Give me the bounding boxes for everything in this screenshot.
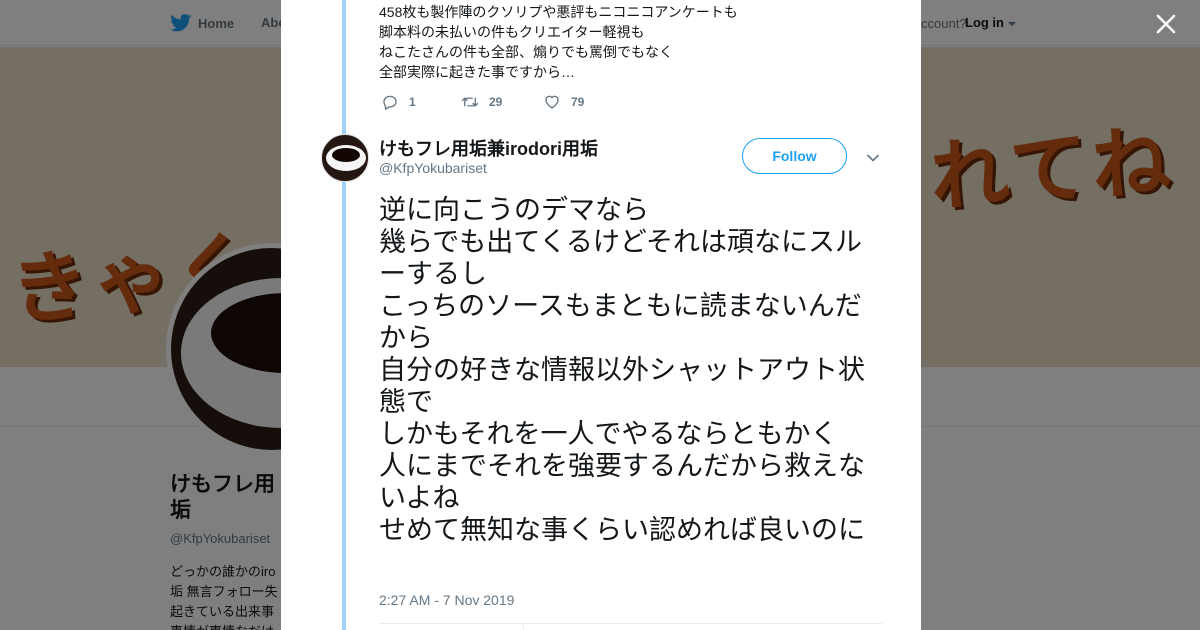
tweet-author-avatar[interactable] [321,134,369,182]
reply-count: 1 [409,95,416,109]
thread-connector-line [342,0,346,630]
previous-tweet-line: 脚本料の未払いの件もクリエイター軽視も [379,24,645,40]
tweet-text-line: こっちのソースもまともに読まないんだから [379,291,862,354]
close-button[interactable] [1151,9,1181,39]
tweet-text-line: 自分の好きな情報以外シャットアウト状態で [379,355,865,418]
previous-tweet-line: 458枚も製作陣のクソリプや悪評もニコニコアンケートも [379,4,738,20]
tweet-author-handle[interactable]: @KfpYokubariset [379,160,487,176]
retweet-icon [461,97,479,107]
close-icon [1156,14,1176,34]
tweet-author-name[interactable]: けもフレ用垢兼irodori用垢 [379,135,598,161]
previous-tweet-line: ねこたさんの件も全部、煽りでも罵倒でもなく [379,44,673,60]
tweet-options-button[interactable] [864,149,882,167]
heart-icon [545,95,559,109]
tweet-text-line: せめて無知な事くらい認めれば良いのに [379,515,865,546]
tweet-text: 逆に向こうのデマなら 幾らでも出てくるけどそれは頑なにスルーするし こっちのソー… [379,195,884,547]
previous-tweet-text: 458枚も製作陣のクソリプや悪評もニコニコアンケートも 脚本料の未払いの件もクリ… [379,2,889,82]
stats-divider-vertical [523,624,524,630]
tweet-timestamp[interactable]: 2:27 AM - 7 Nov 2019 [379,592,514,608]
reply-icon [383,95,397,110]
tweet-text-line: 逆に向こうのデマなら [379,195,649,226]
tweet-text-line: 幾らでも出てくるけどそれは頑なにスルーするし [379,227,863,290]
chevron-down-icon [867,154,879,162]
previous-tweet-line: 全部実際に起きた事ですから… [379,64,575,80]
retweet-button[interactable]: 29 [461,93,543,111]
like-button[interactable]: 79 [543,93,603,111]
retweet-count: 29 [489,95,503,109]
tweet-text-line: 人にまでそれを強要するんだから救えないよね [379,451,865,514]
previous-tweet-actions: 1 29 79 [381,92,603,112]
like-count: 79 [571,95,585,109]
tweet-modal: 458枚も製作陣のクソリプや悪評もニコニコアンケートも 脚本料の未払いの件もクリ… [281,0,921,630]
follow-button[interactable]: Follow [742,138,847,174]
coffee-surface-shape [332,148,360,162]
reply-button[interactable]: 1 [381,93,461,111]
tweet-text-line: しかもそれを一人でやるならともかく [379,419,838,450]
stats-divider [379,623,882,624]
